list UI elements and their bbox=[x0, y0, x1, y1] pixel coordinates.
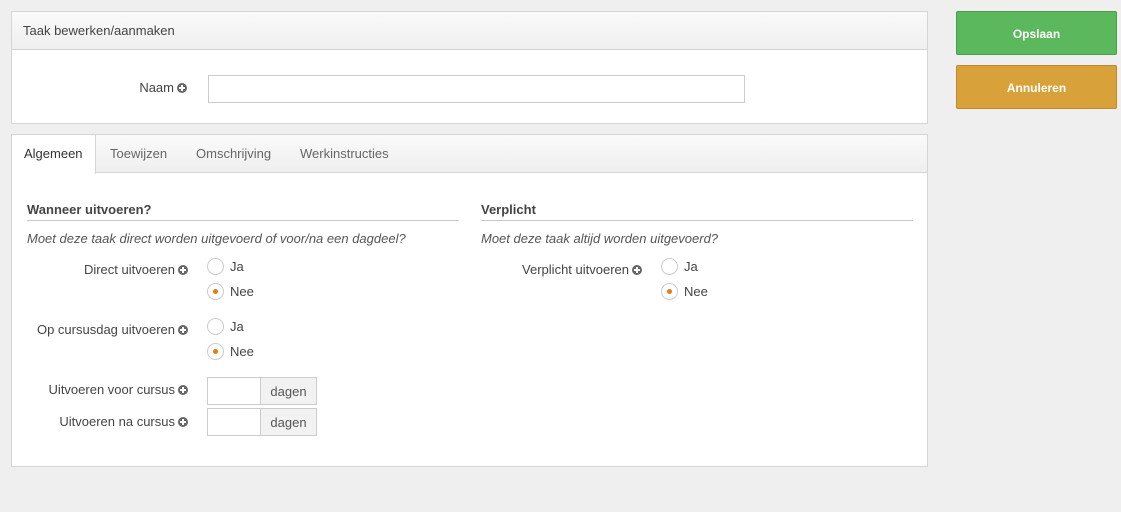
voor-cursus-label: Uitvoeren voor cursus bbox=[49, 382, 188, 397]
radio-label: Ja bbox=[230, 319, 244, 334]
plus-circle-icon[interactable] bbox=[178, 325, 188, 335]
cursusdag-text: Op cursusdag uitvoeren bbox=[36, 322, 175, 337]
plus-circle-icon[interactable] bbox=[178, 265, 188, 275]
verplicht-ja-option[interactable]: Ja bbox=[661, 258, 698, 275]
verplicht-uitvoeren-label: Verplicht uitvoeren bbox=[522, 262, 642, 277]
radio-label: Nee bbox=[230, 344, 254, 359]
radio-button[interactable] bbox=[207, 258, 224, 275]
plus-circle-icon[interactable] bbox=[177, 83, 187, 93]
dagen-addon: dagen bbox=[261, 408, 317, 436]
wanneer-hint: Moet deze taak direct worden uitgevoerd … bbox=[27, 231, 406, 246]
radio-button[interactable] bbox=[207, 283, 224, 300]
na-cursus-text: Uitvoeren na cursus bbox=[59, 414, 175, 429]
tab-bar: Algemeen Toewijzen Omschrijving Werkinst… bbox=[12, 135, 927, 174]
verplicht-hint: Moet deze taak altijd worden uitgevoerd? bbox=[481, 231, 719, 246]
wanneer-section-title: Wanneer uitvoeren? bbox=[27, 202, 459, 221]
radio-label: Ja bbox=[230, 259, 244, 274]
tab-werkinstructies[interactable]: Werkinstructies bbox=[300, 135, 389, 173]
voor-cursus-text: Uitvoeren voor cursus bbox=[48, 382, 175, 397]
na-cursus-input[interactable] bbox=[207, 408, 261, 436]
plus-circle-icon[interactable] bbox=[632, 265, 642, 275]
panel-title: Taak bewerken/aanmaken bbox=[12, 12, 927, 50]
radio-button[interactable] bbox=[661, 283, 678, 300]
radio-label: Ja bbox=[684, 259, 698, 274]
save-button[interactable]: Opslaan bbox=[956, 11, 1117, 55]
verplicht-uitvoeren-text: Verplicht uitvoeren bbox=[522, 262, 629, 277]
naam-label-text: Naam bbox=[139, 80, 174, 95]
plus-circle-icon[interactable] bbox=[178, 417, 188, 427]
cursusdag-ja-option[interactable]: Ja bbox=[207, 318, 244, 335]
tab-omschrijving[interactable]: Omschrijving bbox=[196, 135, 271, 173]
cursusdag-label: Op cursusdag uitvoeren bbox=[37, 322, 188, 337]
dagen-addon: dagen bbox=[261, 377, 317, 405]
radio-label: Nee bbox=[684, 284, 708, 299]
naam-input[interactable] bbox=[208, 75, 745, 103]
tab-toewijzen[interactable]: Toewijzen bbox=[110, 135, 167, 173]
direct-ja-option[interactable]: Ja bbox=[207, 258, 244, 275]
naam-label: Naam bbox=[139, 80, 187, 95]
voor-cursus-group: dagen bbox=[207, 377, 317, 405]
direct-nee-option[interactable]: Nee bbox=[207, 283, 254, 300]
cancel-button[interactable]: Annuleren bbox=[956, 65, 1117, 109]
na-cursus-group: dagen bbox=[207, 408, 317, 436]
verplicht-nee-option[interactable]: Nee bbox=[661, 283, 708, 300]
cursusdag-nee-option[interactable]: Nee bbox=[207, 343, 254, 360]
plus-circle-icon[interactable] bbox=[178, 385, 188, 395]
edit-task-panel: Taak bewerken/aanmaken Naam bbox=[11, 11, 928, 124]
radio-button[interactable] bbox=[661, 258, 678, 275]
tab-algemeen[interactable]: Algemeen bbox=[12, 135, 96, 174]
radio-button[interactable] bbox=[207, 318, 224, 335]
direct-uitvoeren-label: Direct uitvoeren bbox=[84, 262, 188, 277]
radio-button[interactable] bbox=[207, 343, 224, 360]
verplicht-section-title: Verplicht bbox=[481, 202, 913, 221]
na-cursus-label: Uitvoeren na cursus bbox=[59, 414, 188, 429]
task-details-panel: Algemeen Toewijzen Omschrijving Werkinst… bbox=[11, 134, 928, 467]
voor-cursus-input[interactable] bbox=[207, 377, 261, 405]
radio-label: Nee bbox=[230, 284, 254, 299]
direct-uitvoeren-text: Direct uitvoeren bbox=[83, 262, 175, 277]
